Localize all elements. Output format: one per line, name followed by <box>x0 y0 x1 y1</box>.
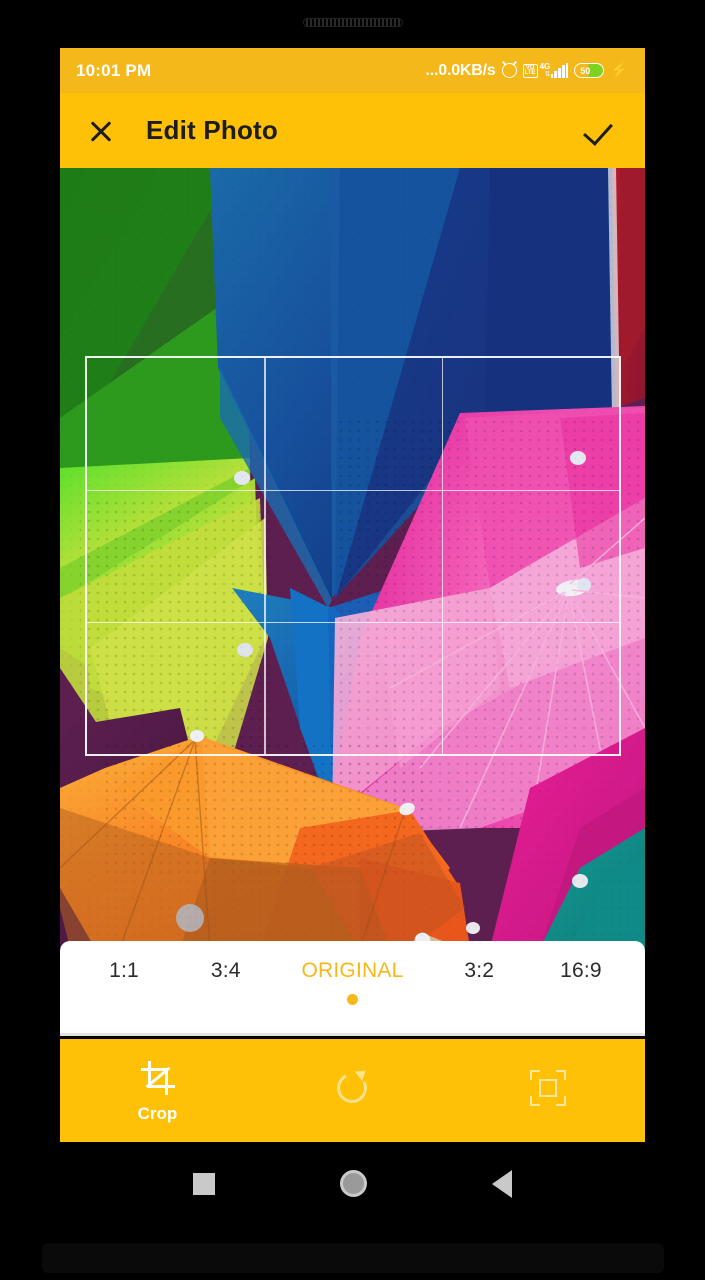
battery-icon: 50 <box>574 63 605 78</box>
umbrella-photo <box>60 168 645 948</box>
aspect-label: 3:4 <box>210 959 241 982</box>
earpiece-speaker-grille-icon <box>303 18 403 27</box>
android-navigation-bar <box>60 1142 645 1225</box>
aspect-selected-dot <box>575 994 586 1005</box>
recent-apps-square-icon[interactable] <box>192 1172 215 1195</box>
aspect-selected-dot <box>346 994 358 1005</box>
aspect-label: 3:2 <box>464 959 495 982</box>
panel-divider <box>60 1033 645 1036</box>
phone-device: 10:01 PM ...0.0KB/s VO LTE 4G ⇅ 50 ⚡ Edit… <box>0 0 705 1280</box>
aspect-label: 16:9 <box>560 959 602 982</box>
tool-rotate[interactable] <box>255 1039 450 1142</box>
close-x-icon[interactable] <box>84 114 118 148</box>
aspect-ratio-row: 1:1 3:4 ORIGINAL 3:2 16:9 <box>60 941 645 1005</box>
aspect-selected-dot <box>220 994 231 1005</box>
aspect-option-3-4[interactable]: 3:4 <box>200 959 252 1005</box>
photo-canvas[interactable] <box>60 168 645 948</box>
phone-screen: 10:01 PM ...0.0KB/s VO LTE 4G ⇅ 50 ⚡ Edit… <box>60 48 645 1225</box>
tool-label-crop: Crop <box>137 1104 178 1123</box>
alarm-clock-icon <box>501 63 517 78</box>
fit-to-screen-icon <box>529 1070 566 1106</box>
app-bar: Edit Photo <box>60 93 645 168</box>
crop-icon <box>140 1061 175 1095</box>
status-bar: 10:01 PM ...0.0KB/s VO LTE 4G ⇅ 50 ⚡ <box>60 48 645 93</box>
lightning-bolt-icon: ⚡ <box>610 62 629 79</box>
volte-icon: VO LTE <box>522 63 538 78</box>
aspect-option-1-1[interactable]: 1:1 <box>98 959 150 1005</box>
aspect-label: ORIGINAL <box>301 959 404 982</box>
status-clock: 10:01 PM <box>76 60 152 80</box>
aspect-ratio-panel: 1:1 3:4 ORIGINAL 3:2 16:9 <box>60 941 645 1036</box>
status-bar-icons: ...0.0KB/s VO LTE 4G ⇅ 50 ⚡ <box>426 62 629 80</box>
aspect-option-16-9[interactable]: 16:9 <box>555 959 607 1005</box>
checkmark-icon[interactable] <box>585 113 621 149</box>
page-title: Edit Photo <box>146 115 278 145</box>
device-bottom-bezel <box>42 1243 664 1273</box>
rotate-clockwise-icon <box>332 1066 372 1107</box>
back-triangle-icon[interactable] <box>492 1169 513 1198</box>
tool-fit[interactable] <box>450 1039 645 1142</box>
signal-bars-icon: 4G ⇅ <box>540 62 569 78</box>
home-circle-icon[interactable] <box>339 1170 367 1197</box>
aspect-option-3-2[interactable]: 3:2 <box>453 959 505 1005</box>
network-speed-text: ...0.0KB/s <box>425 61 496 79</box>
tool-crop[interactable]: Crop <box>60 1039 255 1142</box>
aspect-label: 1:1 <box>109 959 139 982</box>
aspect-option-original[interactable]: ORIGINAL <box>302 959 404 1005</box>
bottom-toolbar: Crop <box>60 1039 645 1142</box>
aspect-selected-dot <box>119 994 130 1005</box>
aspect-selected-dot <box>474 994 485 1005</box>
